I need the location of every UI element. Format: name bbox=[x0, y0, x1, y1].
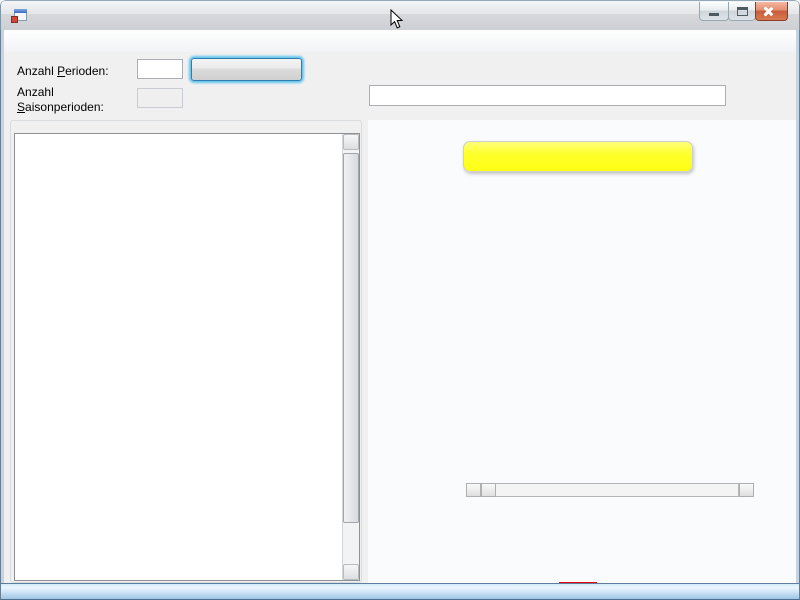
chart-panel bbox=[368, 120, 796, 583]
anzahl-saisonperioden-input bbox=[137, 88, 183, 108]
chart-title bbox=[463, 141, 693, 172]
scroll-right-icon[interactable] bbox=[739, 483, 754, 497]
data-grid[interactable] bbox=[14, 133, 360, 581]
autocorrelation-chart bbox=[382, 188, 782, 533]
ergebnisse-dropdown[interactable] bbox=[369, 85, 726, 106]
chart-horizontal-scrollbar[interactable] bbox=[466, 483, 754, 497]
tc-werte-button[interactable] bbox=[191, 58, 302, 81]
scroll-up-icon[interactable] bbox=[343, 134, 359, 150]
title-bar[interactable] bbox=[0, 0, 800, 30]
window-border-left bbox=[0, 30, 4, 583]
minimize-icon bbox=[709, 13, 719, 16]
grid-body bbox=[15, 151, 344, 581]
scroll-left-icon[interactable] bbox=[481, 483, 496, 497]
window-border-bottom[interactable] bbox=[0, 583, 800, 600]
app-window: Anzahl Perioden: Anzahl Saisonperioden: bbox=[0, 0, 800, 600]
minimize-button[interactable] bbox=[699, 2, 729, 21]
client-area: Anzahl Perioden: Anzahl Saisonperioden: bbox=[4, 30, 796, 583]
anzahl-perioden-input[interactable] bbox=[137, 59, 183, 79]
scroll-down-icon[interactable] bbox=[343, 564, 359, 580]
anzahl-perioden-label: Anzahl Perioden: bbox=[17, 64, 109, 79]
grid-header-row bbox=[15, 134, 359, 151]
menu-bar bbox=[4, 30, 796, 52]
window-border-right bbox=[796, 30, 800, 583]
app-icon bbox=[11, 9, 27, 24]
anzahl-saisonperioden-label: Anzahl Saisonperioden: bbox=[17, 85, 104, 115]
close-button[interactable] bbox=[755, 2, 788, 21]
scroll-dropdown-icon[interactable] bbox=[466, 483, 481, 497]
maximize-icon bbox=[737, 7, 748, 16]
grid-vertical-scrollbar[interactable] bbox=[342, 134, 359, 580]
maximize-button[interactable] bbox=[728, 2, 756, 21]
grid-scrollbar-thumb[interactable] bbox=[343, 153, 359, 523]
chart-scrollbar-thumb[interactable] bbox=[496, 483, 739, 497]
caption-buttons bbox=[700, 2, 788, 21]
